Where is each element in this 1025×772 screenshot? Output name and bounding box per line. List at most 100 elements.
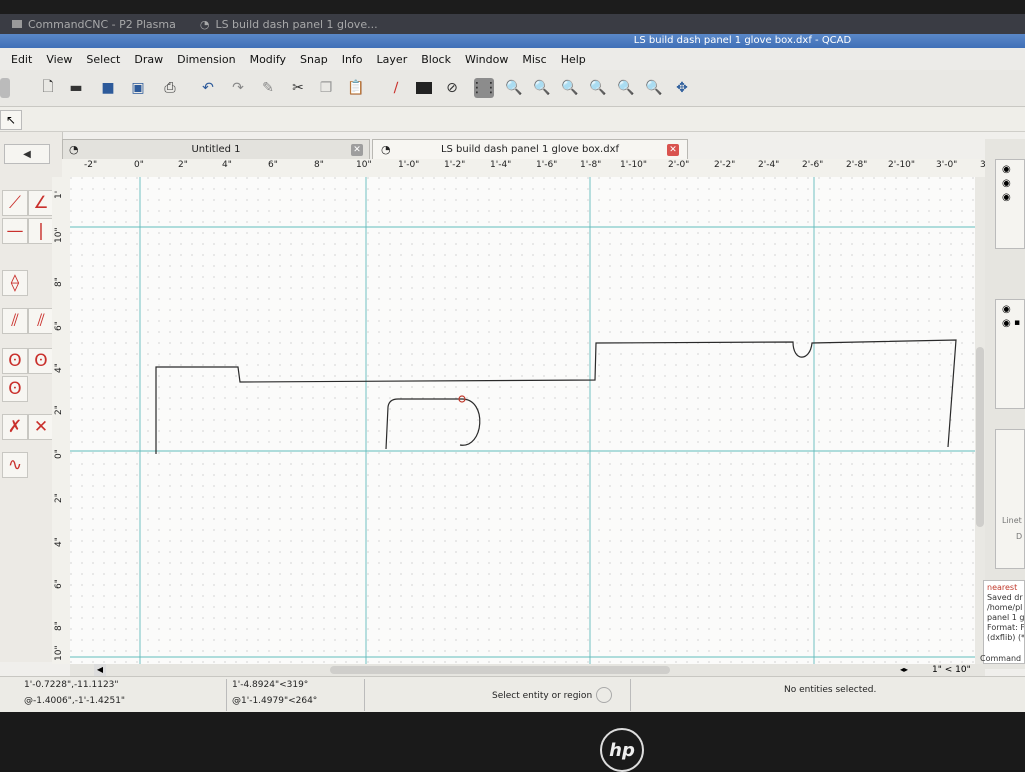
main-toolbar: 🗋 ▬ ■ ▣ ⎙ ↶ ↷ ✎ ✂ ❐ 📋 ∕ ⊘ ⋮⋮ 🔍 🔍 🔍 🔍 🔍 🔍… bbox=[0, 70, 1025, 107]
save-icon[interactable]: ■ bbox=[98, 78, 118, 98]
eye-icon[interactable]: ◉ bbox=[1002, 178, 1011, 189]
property-panel: Linet D bbox=[995, 429, 1025, 569]
grid-spacing-info: 1" < 10" bbox=[932, 665, 971, 675]
zoom-window-icon[interactable]: 🔍 bbox=[616, 78, 636, 98]
ruler-label: 10" bbox=[356, 160, 372, 170]
tab-close-icon[interactable]: ✕ bbox=[667, 144, 679, 156]
ruler-label: 2'-10" bbox=[888, 160, 916, 170]
block-panel: ◉ ◉ ▪ bbox=[995, 299, 1025, 409]
menu-help[interactable]: Help bbox=[554, 53, 593, 66]
zoom-auto-icon[interactable]: 🔍 bbox=[560, 78, 580, 98]
menu-select[interactable]: Select bbox=[79, 53, 127, 66]
menu-misc[interactable]: Misc bbox=[515, 53, 553, 66]
select-pointer-icon[interactable]: ↖ bbox=[0, 110, 22, 130]
redo-icon[interactable]: ↷ bbox=[228, 78, 248, 98]
new-file-icon[interactable]: 🗋 bbox=[38, 78, 58, 98]
paste-icon[interactable]: 📋 bbox=[346, 78, 366, 98]
menu-dimension[interactable]: Dimension bbox=[170, 53, 242, 66]
pencil-icon[interactable]: ✎ bbox=[258, 78, 278, 98]
zoom-out-icon[interactable]: 🔍 bbox=[532, 78, 552, 98]
eye-icon[interactable]: ◉ bbox=[1002, 318, 1011, 329]
horizontal-scrollbar-thumb[interactable] bbox=[330, 666, 670, 674]
vertical-scrollbar-thumb[interactable] bbox=[976, 347, 984, 527]
bisector-tool-icon[interactable]: ⟠ bbox=[2, 270, 28, 296]
scroll-left-icon[interactable]: ◀ bbox=[94, 664, 106, 676]
ruler-label: 1'-4" bbox=[490, 160, 512, 170]
ruler-label: 8" bbox=[314, 160, 324, 170]
status-divider bbox=[630, 679, 631, 711]
tab-label: Untitled 1 bbox=[191, 144, 241, 155]
copy-icon[interactable]: ❐ bbox=[316, 78, 336, 98]
menu-draw[interactable]: Draw bbox=[127, 53, 170, 66]
orthogonal-line-icon[interactable]: ✕ bbox=[28, 414, 54, 440]
grid-icon[interactable]: ⋮⋮ bbox=[470, 78, 498, 98]
drawing-canvas[interactable] bbox=[70, 177, 985, 664]
ruler-label: 1' bbox=[54, 190, 64, 199]
cut-icon[interactable]: ✂ bbox=[288, 78, 308, 98]
lock-icon[interactable]: ▪ bbox=[1014, 318, 1020, 328]
window-title-bar: LS build dash panel 1 glove box.dxf - QC… bbox=[0, 34, 1025, 48]
tab-glove-box-dxf[interactable]: ◔ LS build dash panel 1 glove box.dxf ✕ bbox=[372, 139, 688, 159]
tangent-circle-icon[interactable]: ʘ bbox=[2, 348, 28, 374]
pen-icon[interactable]: ∕ bbox=[386, 78, 406, 98]
status-divider bbox=[364, 679, 365, 711]
toolbar-handle[interactable] bbox=[0, 78, 10, 98]
menu-modify[interactable]: Modify bbox=[243, 53, 293, 66]
eye-icon[interactable]: ◉ bbox=[1002, 304, 1011, 315]
menu-window[interactable]: Window bbox=[458, 53, 515, 66]
taskbar-item-qcad[interactable]: ◔ LS build dash panel 1 glove... bbox=[188, 18, 390, 31]
page-nav-icon[interactable]: ◂▸ bbox=[900, 664, 920, 676]
line-angle-tool-icon[interactable]: ∠ bbox=[28, 190, 54, 216]
tab-label: LS build dash panel 1 glove box.dxf bbox=[440, 144, 620, 155]
save-as-icon[interactable]: ▣ bbox=[128, 78, 148, 98]
zoom-pan-icon[interactable]: 🔍 bbox=[644, 78, 664, 98]
color-swatch-icon[interactable] bbox=[414, 78, 434, 98]
open-folder-icon[interactable]: ▬ bbox=[66, 78, 86, 98]
eye-icon[interactable]: ◉ bbox=[1002, 164, 1011, 175]
menu-view[interactable]: View bbox=[39, 53, 79, 66]
zoom-in-icon[interactable]: 🔍 bbox=[504, 78, 524, 98]
ruler-label: 4" bbox=[222, 160, 232, 170]
command-label: Command bbox=[980, 654, 1022, 663]
menu-snap[interactable]: Snap bbox=[293, 53, 335, 66]
tangent-two-circles-icon[interactable]: ʘ bbox=[28, 348, 54, 374]
horizontal-scrollbar[interactable]: ◀ ◂▸ 1" < 10" bbox=[70, 664, 985, 676]
history-line: Format: F bbox=[987, 623, 1025, 632]
zoom-previous-icon[interactable]: 🔍 bbox=[588, 78, 608, 98]
print-icon[interactable]: ⎙ bbox=[160, 78, 180, 98]
ruler-label: 2" bbox=[54, 493, 64, 503]
eye-icon[interactable]: ◉ bbox=[1002, 192, 1011, 203]
ruler-label: 1'-2" bbox=[444, 160, 466, 170]
tab-close-icon[interactable]: ✕ bbox=[351, 144, 363, 156]
ruler-label: 2" bbox=[54, 405, 64, 415]
app-icon bbox=[12, 20, 22, 28]
menu-edit[interactable]: Edit bbox=[4, 53, 39, 66]
tab-untitled-1[interactable]: ◔ Untitled 1 ✕ bbox=[62, 139, 370, 159]
menu-block[interactable]: Block bbox=[414, 53, 458, 66]
undo-icon[interactable]: ↶ bbox=[198, 78, 218, 98]
horizontal-ruler: -2" 0" 2" 4" 6" 8" 10" 1'-0" 1'-2" 1'-4"… bbox=[62, 159, 992, 178]
tangent-point-icon[interactable]: ʘ bbox=[2, 376, 28, 402]
command-history: nearest Saved dr /home/pl panel 1 g Form… bbox=[983, 580, 1025, 664]
selection-status: No entities selected. bbox=[784, 685, 877, 695]
menu-info[interactable]: Info bbox=[335, 53, 370, 66]
taskbar-item-commandcnc[interactable]: CommandCNC - P2 Plasma bbox=[0, 18, 188, 31]
menu-layer[interactable]: Layer bbox=[370, 53, 415, 66]
parallel-through-point-icon[interactable]: ⫽ bbox=[28, 308, 54, 334]
back-arrow-icon[interactable]: ◀ bbox=[4, 144, 50, 164]
ruler-label: 0" bbox=[134, 160, 144, 170]
zoom-redraw-icon[interactable]: ✥ bbox=[672, 78, 692, 98]
screen: CommandCNC - P2 Plasma ◔ LS build dash p… bbox=[0, 14, 1025, 712]
ruler-label: 0" bbox=[54, 449, 64, 459]
freehand-line-icon[interactable]: ∿ bbox=[2, 452, 28, 478]
perpendicular-line-icon[interactable]: ✗ bbox=[2, 414, 28, 440]
vertical-line-icon[interactable]: | bbox=[28, 218, 54, 244]
parallel-line-icon[interactable]: ⫽ bbox=[2, 308, 28, 334]
horizontal-line-icon[interactable]: — bbox=[2, 218, 28, 244]
ruler-label: 6" bbox=[54, 321, 64, 331]
ruler-label: 4" bbox=[54, 537, 64, 547]
ruler-label: 8" bbox=[54, 277, 64, 287]
line-tool-icon[interactable]: ⟋ bbox=[2, 190, 28, 216]
no-entry-icon[interactable]: ⊘ bbox=[442, 78, 462, 98]
history-line: /home/pl bbox=[987, 603, 1023, 612]
